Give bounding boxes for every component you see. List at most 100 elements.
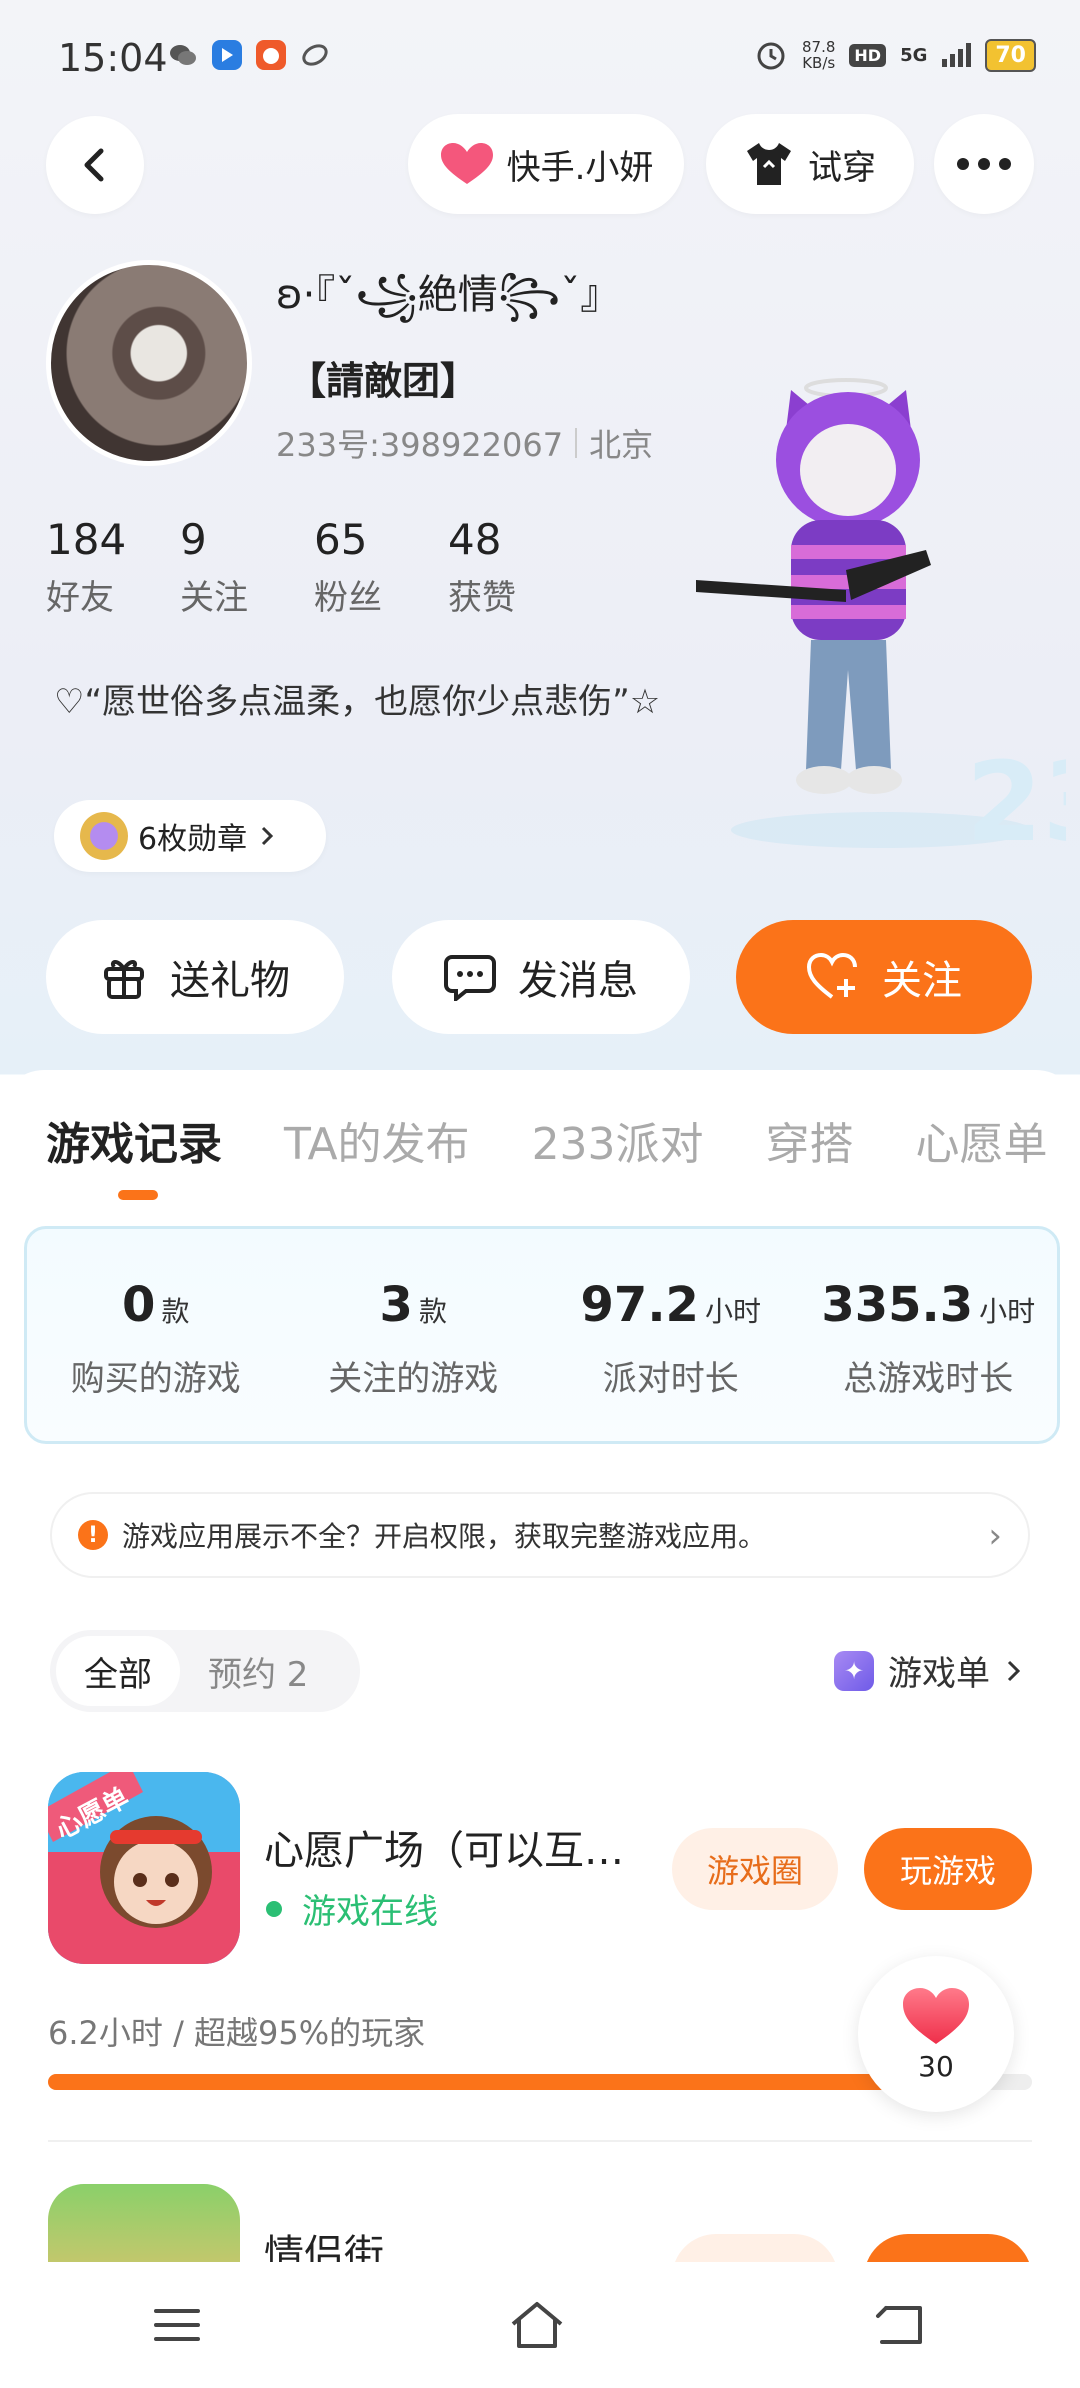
stat-label: 关注 xyxy=(180,578,248,618)
notice-text: 游戏应用展示不全？开启权限，获取完整游戏应用。 xyxy=(122,1520,767,1553)
gift-icon xyxy=(104,960,144,999)
tab-party[interactable]: 233派对 xyxy=(532,1108,704,1172)
summary-unit: 小时 xyxy=(979,1295,1036,1328)
system-navigation-bar xyxy=(0,2262,1080,2388)
home-icon[interactable] xyxy=(507,2300,567,2350)
bio-text: ♡“愿世俗多点温柔，也愿你少点悲伤”☆ xyxy=(54,682,661,722)
sparkle-icon: ✦ xyxy=(834,1650,874,1691)
stat-value: 184 xyxy=(46,515,127,564)
stat-label: 好友 xyxy=(46,578,114,618)
divider xyxy=(48,2140,1032,2142)
online-dot-icon xyxy=(266,1900,282,1917)
like-count: 30 xyxy=(918,2049,954,2083)
link-icon xyxy=(300,40,330,70)
summary-purchased[interactable]: 0款 购买的游戏 xyxy=(27,1229,285,1441)
kuaishou-link-button[interactable]: 快手.小妍 xyxy=(408,114,684,214)
hd-badge: HD xyxy=(849,43,887,67)
game-title[interactable]: 心愿广场（可以互… xyxy=(264,1818,624,1876)
warning-icon: ! xyxy=(78,1520,108,1550)
tab-wishlist[interactable]: 心愿单 xyxy=(916,1108,1048,1172)
filter-all[interactable]: 全部 xyxy=(56,1636,180,1706)
permission-notice[interactable]: ! 游戏应用展示不全？开启权限，获取完整游戏应用。 › xyxy=(50,1492,1030,1578)
stat-value: 9 xyxy=(180,515,207,564)
status-time: 15:04 xyxy=(58,36,168,80)
game-summary-card: 0款 购买的游戏 3款 关注的游戏 97.2 小时 派对时长 335.3 小时 总游… xyxy=(24,1226,1060,1444)
stat-value: 48 xyxy=(448,515,502,564)
profile-tabs: 游戏记录 TA的发布 233派对 穿搭 心愿单 xyxy=(46,1108,1048,1172)
summary-followed[interactable]: 3款 关注的游戏 xyxy=(285,1229,543,1441)
stat-following[interactable]: 9 关注 xyxy=(180,515,314,619)
play-progress-fill xyxy=(48,2074,983,2090)
active-tab-indicator xyxy=(118,1190,158,1200)
medals-label: 6枚勋章 xyxy=(138,822,248,857)
game-online-status: 游戏在线 xyxy=(266,1884,438,1933)
heart-icon xyxy=(903,1987,969,2044)
summary-value: 3 xyxy=(379,1277,413,1333)
game-status-label: 游戏在线 xyxy=(302,1892,438,1932)
summary-label: 总游戏时长 xyxy=(843,1359,1014,1399)
back-button[interactable] xyxy=(46,116,144,214)
chevron-right-icon xyxy=(262,826,274,846)
game-filter: 全部 预约 2 xyxy=(50,1630,360,1712)
stat-value: 65 xyxy=(314,515,368,564)
back-nav-icon[interactable] xyxy=(872,2302,928,2348)
send-gift-button[interactable]: 送礼物 xyxy=(46,920,344,1034)
tab-outfits[interactable]: 穿搭 xyxy=(766,1108,854,1172)
game-notification-icon xyxy=(256,40,286,70)
game-list-link[interactable]: ✦ 游戏单 xyxy=(834,1646,1024,1695)
summary-value: 0 xyxy=(122,1277,156,1333)
net-speed: 87.8 KB/s xyxy=(801,38,836,72)
chevron-right-icon: › xyxy=(988,1516,1002,1556)
summary-party-time[interactable]: 97.2 小时 派对时长 xyxy=(542,1229,800,1441)
medals-button[interactable]: 6枚勋章 xyxy=(54,800,326,872)
summary-total-time[interactable]: 335.3 小时 总游戏时长 xyxy=(800,1229,1058,1441)
more-options-button[interactable] xyxy=(934,114,1034,214)
send-message-button[interactable]: 发消息 xyxy=(392,920,690,1034)
send-gift-label: 送礼物 xyxy=(170,958,290,1004)
tshirt-icon xyxy=(747,143,791,185)
try-on-button[interactable]: 试穿 xyxy=(706,114,914,214)
kuaishou-label: 快手.小妍 xyxy=(506,147,654,188)
tab-game-records[interactable]: 游戏记录 xyxy=(46,1108,222,1172)
filter-reserve[interactable]: 预约 2 xyxy=(180,1636,336,1706)
avatar[interactable] xyxy=(46,260,252,466)
follow-label: 关注 xyxy=(882,958,962,1004)
play-game-button[interactable]: 玩游戏 xyxy=(864,1828,1032,1910)
svg-text:233: 233 xyxy=(966,738,1066,866)
game-list-label: 游戏单 xyxy=(888,1654,990,1694)
tab-posts[interactable]: TA的发布 xyxy=(284,1108,470,1172)
summary-label: 派对时长 xyxy=(602,1359,739,1399)
battery-indicator: 70 xyxy=(985,38,1036,72)
heart-icon xyxy=(440,143,493,184)
wechat-icon xyxy=(168,40,198,70)
status-indicators: 87.8 KB/s HD 5G 70 xyxy=(754,38,1036,72)
summary-label: 关注的游戏 xyxy=(328,1359,499,1399)
network-label: 5G xyxy=(900,44,928,66)
follow-button[interactable]: 关注 xyxy=(736,920,1032,1034)
chevron-right-icon xyxy=(1007,1660,1021,1681)
avatar-character-image[interactable]: 233 xyxy=(696,370,1066,890)
like-button[interactable]: 30 xyxy=(858,1956,1014,2112)
game-circle-button[interactable]: 游戏圈 xyxy=(672,1828,838,1910)
heart-plus-icon xyxy=(806,953,857,999)
summary-value: 97.2 xyxy=(580,1277,699,1333)
stat-likes[interactable]: 48 获赞 xyxy=(448,515,582,619)
more-dots-icon xyxy=(957,158,1011,170)
menu-icon[interactable] xyxy=(152,2305,202,2345)
nickname: ʚ·『ˇ꧁絶情꧂ˇ』 xyxy=(276,272,621,318)
send-message-label: 发消息 xyxy=(518,958,638,1004)
user-id: 233号:398922067 xyxy=(276,426,564,464)
stat-friends[interactable]: 184 好友 xyxy=(46,515,180,619)
stat-fans[interactable]: 65 粉丝 xyxy=(314,515,448,619)
stat-label: 获赞 xyxy=(448,578,516,618)
uid-separator xyxy=(575,428,578,458)
game-icon[interactable]: 心愿单 xyxy=(48,1772,240,1964)
summary-value: 335.3 xyxy=(821,1277,974,1333)
profile-stats: 184 好友 9 关注 65 粉丝 48 获赞 xyxy=(46,515,582,619)
alarm-icon xyxy=(757,42,785,70)
user-location: 北京 xyxy=(589,426,654,464)
clan-name: 【請敵团】 xyxy=(288,359,479,403)
chat-bubble-icon xyxy=(444,955,496,1001)
play-time-stats: 6.2小时 / 超越95%的玩家 xyxy=(48,2014,426,2052)
uid-row: 233号:398922067 北京 xyxy=(276,420,653,466)
